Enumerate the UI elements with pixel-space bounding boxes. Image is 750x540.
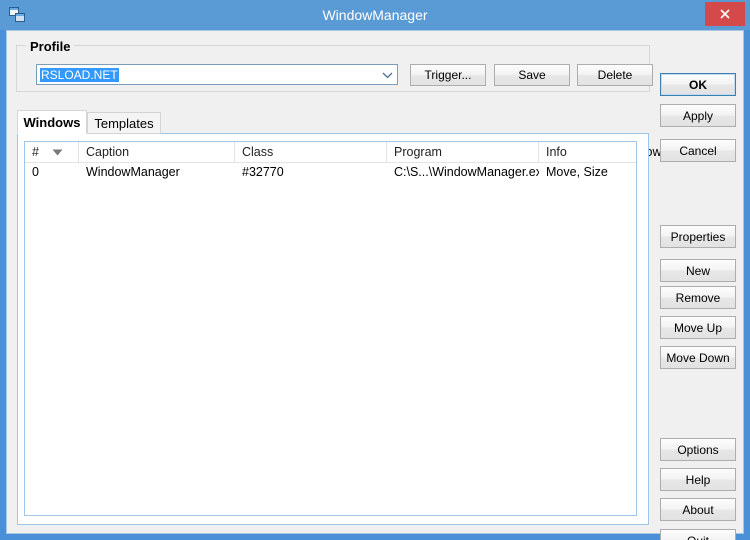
options-button[interactable]: Options (660, 438, 736, 461)
quit-button[interactable]: Quit (660, 529, 736, 540)
close-button[interactable] (705, 2, 745, 26)
windows-tab-panel: # Caption Class Program Info 0 WindowMan… (17, 133, 649, 525)
table-row[interactable]: 0 WindowManager #32770 C:\S...\WindowMan… (25, 163, 636, 182)
cell-class: #32770 (235, 163, 387, 182)
cell-num: 0 (25, 163, 79, 182)
cell-info: Move, Size (539, 163, 636, 182)
properties-button[interactable]: Properties (660, 225, 736, 248)
help-button[interactable]: Help (660, 468, 736, 491)
ok-button[interactable]: OK (660, 73, 736, 96)
window-manager-app: WindowManager Profile RSLOAD.NET Trigger… (0, 0, 750, 540)
main-column: Profile RSLOAD.NET Trigger... Save Delet… (16, 36, 650, 526)
column-header-num[interactable]: # (25, 142, 79, 162)
profile-combobox[interactable]: RSLOAD.NET (36, 64, 398, 85)
client-area: Profile RSLOAD.NET Trigger... Save Delet… (6, 30, 744, 534)
tab-windows[interactable]: Windows (17, 110, 87, 134)
profile-group-label: Profile (26, 40, 74, 54)
cancel-button[interactable]: Cancel (660, 139, 736, 162)
new-button[interactable]: New (660, 259, 736, 282)
tab-templates[interactable]: Templates (87, 112, 161, 134)
sort-descending-icon (52, 149, 63, 156)
close-icon (719, 8, 731, 20)
side-button-column: OK Apply Cancel Properties New Remove Mo… (657, 36, 739, 526)
listview-header: # Caption Class Program Info (25, 142, 636, 163)
profile-combobox-value: RSLOAD.NET (40, 68, 119, 82)
save-button[interactable]: Save (494, 64, 570, 86)
column-header-caption[interactable]: Caption (79, 142, 235, 162)
move-up-button[interactable]: Move Up (660, 316, 736, 339)
titlebar[interactable]: WindowManager (0, 0, 750, 30)
about-button[interactable]: About (660, 498, 736, 521)
remove-button[interactable]: Remove (660, 286, 736, 309)
chevron-down-icon (382, 71, 393, 79)
column-header-num-label: # (32, 142, 39, 162)
column-header-program[interactable]: Program (387, 142, 539, 162)
tabstrip: Windows Templates (16, 110, 650, 134)
windows-listview[interactable]: # Caption Class Program Info 0 WindowMan… (24, 141, 637, 516)
delete-button[interactable]: Delete (577, 64, 653, 86)
cell-caption: WindowManager (79, 163, 235, 182)
column-header-info[interactable]: Info (539, 142, 636, 162)
column-header-class[interactable]: Class (235, 142, 387, 162)
window-title: WindowManager (0, 0, 750, 30)
cell-program: C:\S...\WindowManager.exe (387, 163, 539, 182)
move-down-button[interactable]: Move Down (660, 346, 736, 369)
apply-button[interactable]: Apply (660, 104, 736, 127)
trigger-button[interactable]: Trigger... (410, 64, 486, 86)
